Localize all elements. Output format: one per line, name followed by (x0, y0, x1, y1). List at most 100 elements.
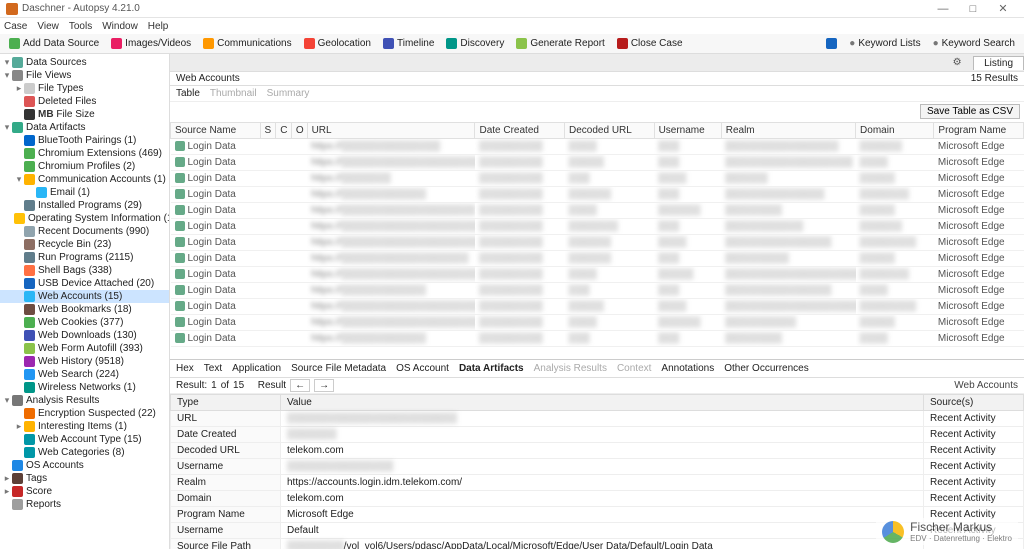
tree-web-categories-8[interactable]: Web Categories (8) (0, 446, 169, 459)
tab-thumbnail[interactable]: Thumbnail (210, 88, 257, 99)
tree-recycle-bin-23[interactable]: Recycle Bin (23) (0, 238, 169, 251)
tree-web-bookmarks-18[interactable]: Web Bookmarks (18) (0, 303, 169, 316)
tree-web-search-224[interactable]: Web Search (224) (0, 368, 169, 381)
detail-tab-data-artifacts[interactable]: Data Artifacts (459, 363, 524, 374)
geolocation-button[interactable]: Geolocation (299, 37, 376, 50)
listing-tab[interactable]: Listing (973, 56, 1024, 70)
tree-web-accounts-15[interactable]: Web Accounts (15) (0, 290, 169, 303)
tree-analysis-results[interactable]: ▾Analysis Results (0, 394, 169, 407)
twist-icon[interactable]: ▸ (14, 421, 24, 432)
tree-file-views[interactable]: ▾File Views (0, 69, 169, 82)
tree-file-types[interactable]: ▸File Types (0, 82, 169, 95)
generate-report-button[interactable]: Generate Report (511, 37, 610, 50)
tree-wireless-networks-1[interactable]: Wireless Networks (1) (0, 381, 169, 394)
twist-icon[interactable]: ▸ (14, 83, 24, 94)
twist-icon[interactable]: ▸ (2, 473, 12, 484)
table-row[interactable]: Login Datahttps://▒▒▒▒▒▒▒▒▒▒▒▒▒▒▒▒▒▒▒▒▒▒… (171, 283, 1024, 299)
table-row[interactable]: Login Datahttps://▒▒▒▒▒▒▒▒▒▒▒▒▒▒▒▒▒▒▒▒▒▒… (171, 171, 1024, 187)
col-date-created[interactable]: Date Created (475, 123, 565, 139)
table-row[interactable]: Login Datahttps://▒▒▒▒▒▒▒▒▒▒▒▒▒▒▒▒▒▒▒▒▒▒… (171, 251, 1024, 267)
tree-interesting-items-1[interactable]: ▸Interesting Items (1) (0, 420, 169, 433)
col-s[interactable]: S (260, 123, 276, 139)
discovery-button[interactable]: Discovery (441, 37, 509, 50)
mail-button[interactable] (821, 37, 842, 50)
tree-recent-documents-990[interactable]: Recent Documents (990) (0, 225, 169, 238)
tree-score[interactable]: ▸Score (0, 485, 169, 498)
detail-tab-hex[interactable]: Hex (176, 363, 194, 374)
tree-web-history-9518[interactable]: Web History (9518) (0, 355, 169, 368)
table-row[interactable]: Login Datahttps://▒▒▒▒▒▒▒▒▒▒▒▒▒▒▒▒▒▒▒▒▒▒… (171, 219, 1024, 235)
close-case-button[interactable]: Close Case (612, 37, 688, 50)
tree-reports[interactable]: Reports (0, 498, 169, 511)
minimize-button[interactable]: — (928, 3, 958, 15)
detail-tab-analysis-results[interactable]: Analysis Results (534, 363, 607, 374)
col-domain[interactable]: Domain (856, 123, 934, 139)
tree-data-artifacts[interactable]: ▾Data Artifacts (0, 121, 169, 134)
twist-icon[interactable]: ▾ (2, 395, 12, 406)
twist-icon[interactable]: ▸ (2, 486, 12, 497)
col-program-name[interactable]: Program Name (934, 123, 1024, 139)
tree-deleted-files[interactable]: Deleted Files (0, 95, 169, 108)
detail-tab-source-file-metadata[interactable]: Source File Metadata (291, 363, 386, 374)
menu-case[interactable]: Case (4, 21, 27, 32)
timeline-button[interactable]: Timeline (378, 37, 439, 50)
add-data-source-button[interactable]: Add Data Source (4, 37, 104, 50)
col-decoded-url[interactable]: Decoded URL (565, 123, 655, 139)
tree-web-account-type-15[interactable]: Web Account Type (15) (0, 433, 169, 446)
next-result-button[interactable]: → (314, 379, 334, 392)
save-csv-button[interactable]: Save Table as CSV (920, 104, 1020, 119)
table-row[interactable]: Login Datahttps://▒▒▒▒▒▒▒▒▒▒▒▒▒▒▒▒▒▒▒▒▒▒… (171, 331, 1024, 347)
keyword-search-button[interactable]: ● Keyword Search (928, 37, 1020, 50)
col-url[interactable]: URL (307, 123, 475, 139)
table-row[interactable]: Login Datahttps://▒▒▒▒▒▒▒▒▒▒▒▒▒▒▒▒▒▒▒▒▒▒… (171, 187, 1024, 203)
table-row[interactable]: Login Datahttps://▒▒▒▒▒▒▒▒▒▒▒▒▒▒▒▒▒▒▒▒▒▒… (171, 155, 1024, 171)
tree-chromium-profiles-2[interactable]: Chromium Profiles (2) (0, 160, 169, 173)
tree-chromium-extensions-469[interactable]: Chromium Extensions (469) (0, 147, 169, 160)
detail-tab-os-account[interactable]: OS Account (396, 363, 449, 374)
tree-file-size[interactable]: MB File Size (0, 108, 169, 121)
tab-summary[interactable]: Summary (267, 88, 310, 99)
tree-email-1[interactable]: Email (1) (0, 186, 169, 199)
table-row[interactable]: Login Datahttps://▒▒▒▒▒▒▒▒▒▒▒▒▒▒▒▒▒▒▒▒▒▒… (171, 203, 1024, 219)
tree-communication-accounts-1[interactable]: ▾Communication Accounts (1) (0, 173, 169, 186)
twist-icon[interactable]: ▾ (2, 70, 12, 81)
gear-icon[interactable]: ⚙ (949, 57, 965, 68)
images-videos-button[interactable]: Images/Videos (106, 37, 196, 50)
tree-web-downloads-130[interactable]: Web Downloads (130) (0, 329, 169, 342)
tree-encryption-suspected-22[interactable]: Encryption Suspected (22) (0, 407, 169, 420)
menu-window[interactable]: Window (102, 21, 138, 32)
col-realm[interactable]: Realm (721, 123, 855, 139)
col-username[interactable]: Username (654, 123, 721, 139)
detail-tab-annotations[interactable]: Annotations (661, 363, 714, 374)
table-row[interactable]: Login Datahttps://▒▒▒▒▒▒▒▒▒▒▒▒▒▒▒▒▒▒▒▒▒▒… (171, 139, 1024, 155)
tree-usb-device-attached-20[interactable]: USB Device Attached (20) (0, 277, 169, 290)
detail-tab-text[interactable]: Text (204, 363, 222, 374)
tree-web-form-autofill-393[interactable]: Web Form Autofill (393) (0, 342, 169, 355)
twist-icon[interactable]: ▾ (2, 57, 12, 68)
table-row[interactable]: Login Datahttps://▒▒▒▒▒▒▒▒▒▒▒▒▒▒▒▒▒▒▒▒▒▒… (171, 299, 1024, 315)
communications-button[interactable]: Communications (198, 37, 296, 50)
detail-tab-context[interactable]: Context (617, 363, 651, 374)
col-source-name[interactable]: Source Name (171, 123, 261, 139)
tree-operating-system-information-1[interactable]: Operating System Information (1) (0, 212, 169, 225)
col-c[interactable]: C (276, 123, 292, 139)
twist-icon[interactable]: ▾ (2, 122, 12, 133)
tree-web-cookies-377[interactable]: Web Cookies (377) (0, 316, 169, 329)
menu-help[interactable]: Help (148, 21, 169, 32)
prev-result-button[interactable]: ← (290, 379, 310, 392)
close-button[interactable]: ✕ (988, 2, 1018, 15)
tree-run-programs-2115[interactable]: Run Programs (2115) (0, 251, 169, 264)
tree-tags[interactable]: ▸Tags (0, 472, 169, 485)
keyword-lists-button[interactable]: ● Keyword Lists (844, 37, 925, 50)
menu-view[interactable]: View (37, 21, 59, 32)
twist-icon[interactable]: ▾ (14, 174, 24, 185)
maximize-button[interactable]: □ (958, 3, 988, 15)
table-row[interactable]: Login Datahttps://▒▒▒▒▒▒▒▒▒▒▒▒▒▒▒▒▒▒▒▒▒▒… (171, 315, 1024, 331)
tree-shell-bags-338[interactable]: Shell Bags (338) (0, 264, 169, 277)
menu-tools[interactable]: Tools (69, 21, 92, 32)
col-o[interactable]: O (291, 123, 307, 139)
tab-table[interactable]: Table (176, 88, 200, 99)
table-row[interactable]: Login Datahttps://▒▒▒▒▒▒▒▒▒▒▒▒▒▒▒▒▒▒▒▒▒▒… (171, 235, 1024, 251)
tree-data-sources[interactable]: ▾Data Sources (0, 56, 169, 69)
detail-tab-application[interactable]: Application (232, 363, 281, 374)
